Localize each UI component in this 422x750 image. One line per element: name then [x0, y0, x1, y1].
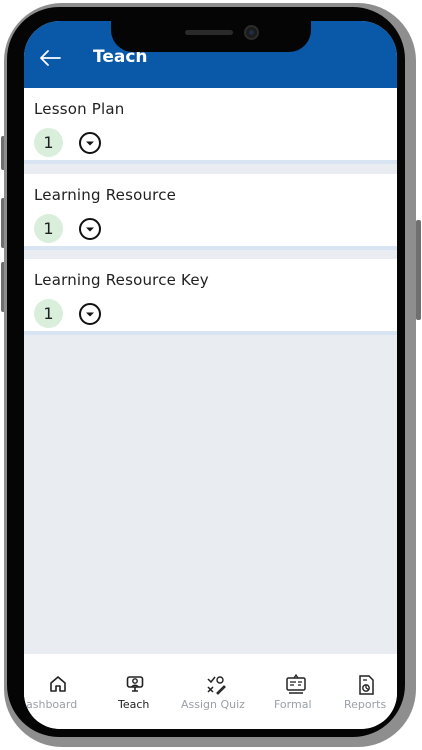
speaker-grille	[185, 30, 233, 35]
section-title: Lesson Plan	[34, 100, 125, 118]
monitor-teacher-icon	[126, 676, 144, 692]
report-icon	[359, 675, 374, 695]
power-button	[416, 220, 421, 320]
section-title: Learning Resource Key	[34, 271, 209, 289]
assessment-board-icon	[286, 674, 306, 694]
nav-label: ashboard	[26, 698, 78, 711]
nav-item-dashboard[interactable]: ashboard	[24, 654, 90, 729]
section-card-lesson-plan[interactable]: Lesson Plan 1	[24, 88, 397, 164]
phone-notch	[111, 18, 311, 52]
nav-label: Formal	[274, 698, 312, 711]
nav-item-formal[interactable]: Formal	[270, 654, 326, 729]
nav-item-reports[interactable]: Reports	[338, 654, 397, 729]
nav-item-teach[interactable]: Teach	[104, 654, 166, 729]
home-icon	[50, 676, 66, 692]
chevron-down-circle-icon[interactable]	[78, 302, 102, 326]
bottom-nav: ashboard Teach Assign Quiz Formal Report…	[24, 654, 397, 729]
nav-label: Assign Quiz	[181, 698, 245, 711]
section-title: Learning Resource	[34, 186, 177, 204]
quiz-icon	[207, 676, 226, 695]
chevron-down-circle-icon[interactable]	[78, 217, 102, 241]
app-screen: Teach Lesson Plan 1 Learning Resource 1 …	[24, 21, 397, 729]
nav-item-assign-quiz[interactable]: Assign Quiz	[178, 654, 258, 729]
nav-label: Teach	[118, 698, 150, 711]
arrow-left-icon[interactable]	[38, 48, 62, 68]
section-card-learning-resource[interactable]: Learning Resource 1	[24, 174, 397, 250]
count-badge: 1	[34, 299, 63, 328]
section-card-learning-resource-key[interactable]: Learning Resource Key 1	[24, 259, 397, 335]
nav-label: Reports	[344, 698, 387, 711]
front-camera	[244, 25, 259, 40]
count-badge: 1	[34, 128, 63, 157]
count-badge: 1	[34, 214, 63, 243]
chevron-down-circle-icon[interactable]	[78, 131, 102, 155]
